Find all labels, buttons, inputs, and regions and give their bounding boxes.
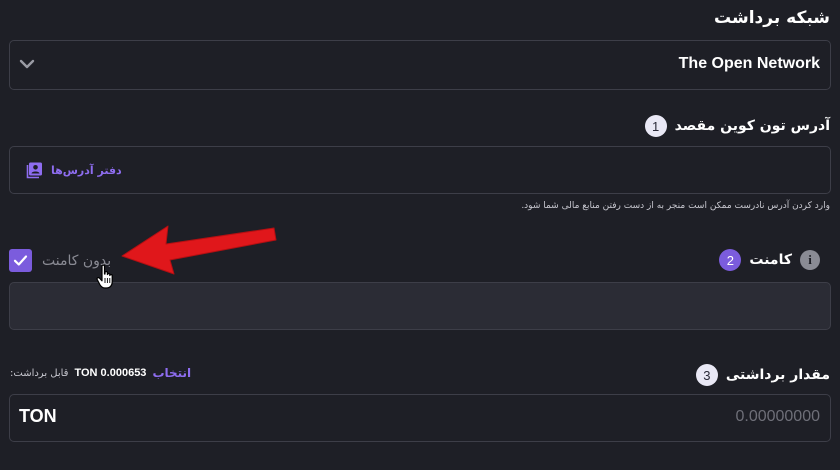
comment-input[interactable] bbox=[9, 282, 831, 330]
withdrawable-amount: TON 0.000653 bbox=[74, 367, 147, 379]
step-label-comment: کامنت bbox=[749, 252, 792, 268]
no-comment-checkbox[interactable] bbox=[9, 249, 32, 272]
step-label-address: آدرس تون کوین مقصد bbox=[674, 118, 830, 134]
address-book-button[interactable]: دفتر آدرس‌ها bbox=[26, 161, 122, 179]
withdrawable-caption: قابل برداشت: bbox=[10, 367, 69, 379]
withdrawable-info: قابل برداشت: TON 0.000653 انتخاب bbox=[10, 366, 191, 380]
step-number-2: 2 bbox=[719, 249, 742, 271]
annotation-arrow-icon bbox=[121, 225, 277, 275]
address-input[interactable]: دفتر آدرس‌ها bbox=[9, 146, 831, 194]
step-label-amount: مقدار برداشتی bbox=[725, 367, 830, 383]
address-book-label: دفتر آدرس‌ها bbox=[51, 163, 122, 177]
address-book-icon bbox=[26, 162, 42, 179]
amount-input[interactable]: TON 0.00000000 bbox=[9, 394, 831, 442]
step-amount: 3 مقدار برداشتی bbox=[695, 364, 830, 386]
page-title: شبکه برداشت bbox=[714, 8, 830, 28]
hand-cursor-icon bbox=[96, 264, 113, 289]
info-icon[interactable]: i bbox=[800, 250, 820, 270]
step-number-3: 3 bbox=[695, 364, 718, 386]
chevron-down-icon bbox=[19, 59, 35, 69]
step-comment: 2 کامنت i bbox=[719, 249, 830, 271]
check-icon bbox=[13, 255, 28, 266]
step-destination-address: 1 آدرس تون کوین مقصد bbox=[644, 115, 830, 137]
address-warning: وارد کردن آدرس نادرست ممکن است منجر به ا… bbox=[521, 201, 830, 211]
amount-placeholder: 0.00000000 bbox=[735, 408, 820, 425]
step-number-1: 1 bbox=[644, 115, 667, 137]
select-max-link[interactable]: انتخاب bbox=[152, 366, 191, 380]
amount-unit: TON bbox=[19, 406, 57, 426]
network-select[interactable]: The Open Network bbox=[9, 40, 831, 90]
network-selected-value: The Open Network bbox=[678, 55, 820, 72]
